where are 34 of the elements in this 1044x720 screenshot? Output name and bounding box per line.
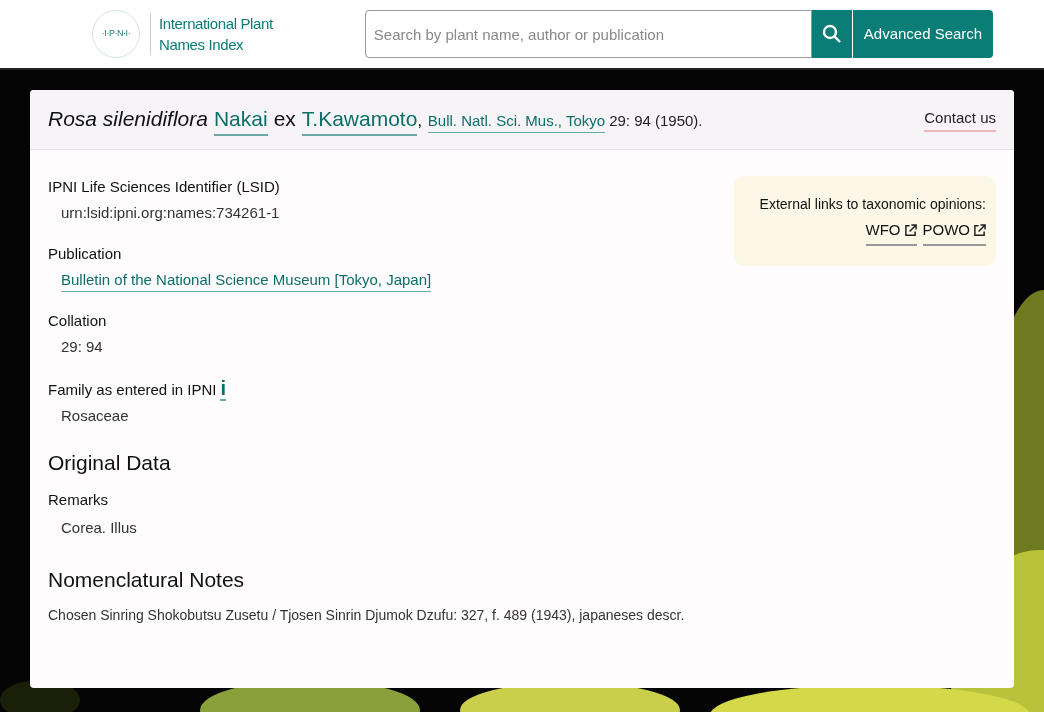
external-link[interactable]: POWO <box>922 219 986 246</box>
publication-link[interactable]: Bulletin of the National Science Museum [Tokyo, Japan] <box>61 268 432 292</box>
separator-text: , <box>417 110 422 131</box>
field-value: Rosaceae <box>61 405 130 426</box>
plant-name: Rosa silenidiflora <box>48 105 208 132</box>
author-link[interactable]: Nakai <box>213 102 268 137</box>
field-value: urn:lsid:ipni.org:names:734261-1 <box>61 203 281 223</box>
contact-link[interactable]: Contact us <box>924 106 996 133</box>
field-label: Publication <box>48 243 122 264</box>
field-label: Family as entered in IPNI <box>48 379 217 400</box>
panel-title: External links to taxonomic opinions: <box>759 195 986 214</box>
search-field[interactable]: Search by plant name, author or publication <box>364 10 812 58</box>
field-value: Corea. Illus <box>61 518 138 538</box>
site-name[interactable]: International Plant <box>159 13 273 34</box>
advanced-search-button[interactable]: Advanced Search <box>852 10 994 58</box>
citation-text: 29: 94 (1950). <box>609 110 703 131</box>
connector-text: ex <box>273 105 296 132</box>
site-name[interactable]: Names Index <box>159 34 273 55</box>
logo-text: ·I·P·N·I· <box>101 27 131 41</box>
external-link-icon <box>903 223 917 237</box>
publication-link[interactable]: Bull. Natl. Sci. Mus., Tokyo <box>427 109 606 134</box>
section-heading: Original Data <box>48 450 172 476</box>
notes-text: Chosen Sinring Shokobutsu Zusetu / Tjosen Sinrin Djumok Dzufu: 327, f. 489 (1943), japaneses descr. <box>48 606 686 625</box>
author-link[interactable]: T.Kawamoto <box>301 102 418 137</box>
search-button[interactable] <box>811 10 852 58</box>
info-link[interactable]: i <box>220 376 226 401</box>
external-link-icon <box>973 223 986 237</box>
field-label: Collation <box>48 311 107 331</box>
field-value: 29: 94 <box>61 337 104 357</box>
field-label: IPNI Life Sciences Identifier (LSID) <box>48 177 280 197</box>
external-link[interactable]: WFO <box>865 219 917 246</box>
field-label: Remarks <box>48 489 109 510</box>
search-icon <box>821 24 842 44</box>
section-heading: Nomenclatural Notes <box>48 566 246 593</box>
